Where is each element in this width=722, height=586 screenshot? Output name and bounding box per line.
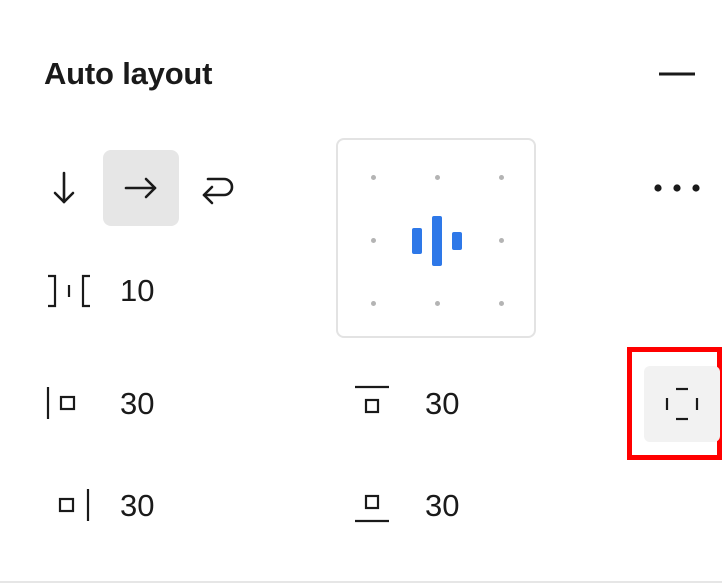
alignment-dot-middle-left[interactable]: [371, 238, 376, 243]
wrap-icon: [202, 177, 234, 205]
panel-title: Auto layout: [44, 56, 213, 91]
gap-spacing-icon: [44, 272, 94, 310]
alignment-grid[interactable]: [336, 138, 536, 338]
padding-top-icon: [352, 384, 392, 420]
arrow-right-icon: [124, 177, 157, 199]
section-divider: [0, 581, 722, 583]
direction-horizontal-button[interactable]: [103, 150, 179, 226]
padding-bottom-icon: [352, 488, 392, 524]
alignment-dot-bottom-right[interactable]: [499, 301, 504, 306]
padding-left-value[interactable]: 30: [120, 386, 154, 422]
minus-icon: [659, 72, 695, 76]
clip-content-button[interactable]: [644, 366, 720, 442]
alignment-dot-top-right[interactable]: [499, 175, 504, 180]
highlight-box: [627, 347, 722, 460]
padding-right-value[interactable]: 30: [120, 488, 154, 524]
padding-left-icon: [44, 385, 84, 421]
alignment-dot-bottom-center[interactable]: [435, 301, 440, 306]
padding-right-icon: [54, 487, 94, 523]
direction-vertical-button[interactable]: [26, 150, 102, 226]
alignment-dot-top-center[interactable]: [435, 175, 440, 180]
direction-wrap-button[interactable]: [180, 150, 256, 226]
clip-content-icon: [665, 387, 699, 421]
more-horizontal-icon: [654, 184, 700, 192]
more-options-button[interactable]: [640, 166, 716, 210]
align-center-icon[interactable]: [410, 214, 464, 268]
alignment-dot-top-left[interactable]: [371, 175, 376, 180]
alignment-dot-bottom-left[interactable]: [371, 301, 376, 306]
alignment-dot-middle-right[interactable]: [499, 238, 504, 243]
padding-bottom-value[interactable]: 30: [425, 488, 459, 524]
arrow-down-icon: [53, 171, 75, 204]
collapse-auto-layout-button[interactable]: [652, 54, 702, 94]
gap-value[interactable]: 10: [120, 273, 154, 309]
padding-top-value[interactable]: 30: [425, 386, 459, 422]
